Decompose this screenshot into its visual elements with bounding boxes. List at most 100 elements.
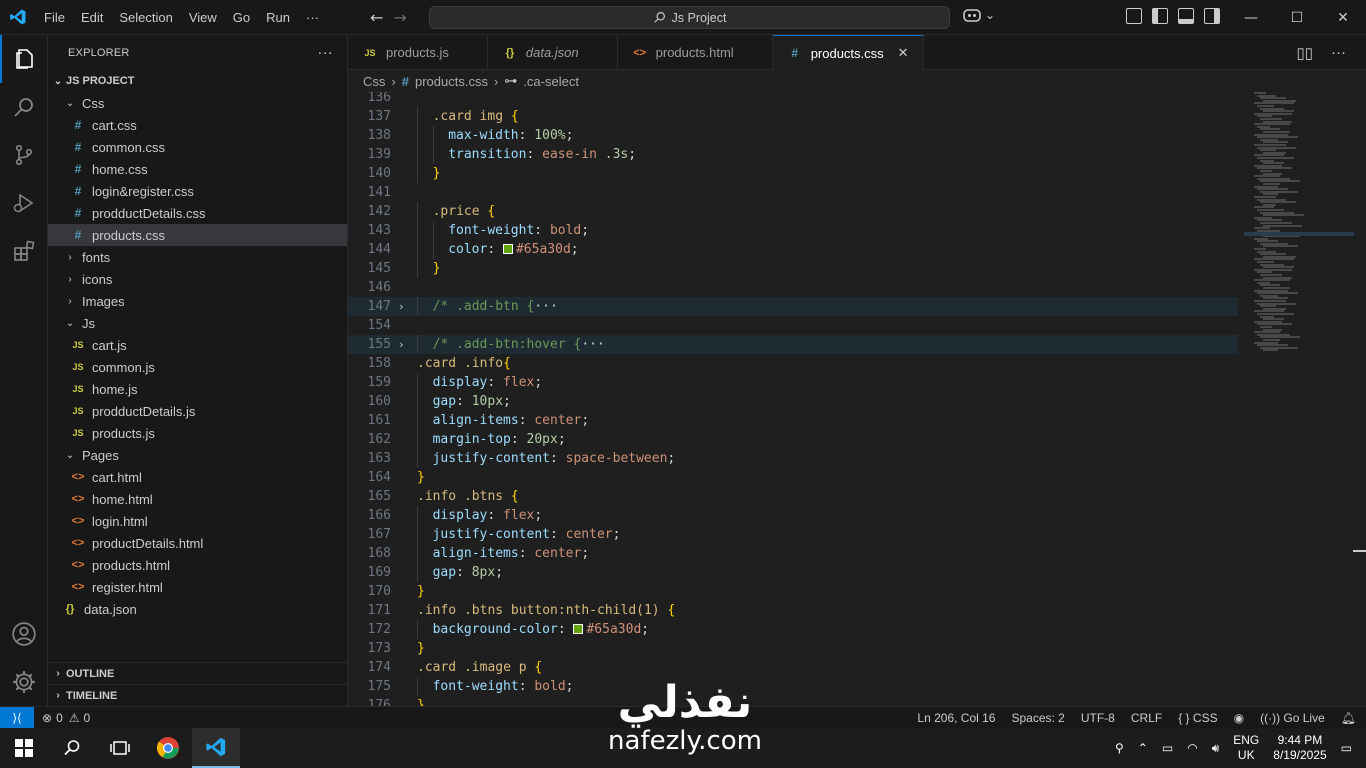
notification-center-icon[interactable]: ▭ xyxy=(1341,741,1352,755)
scrollbar-marker[interactable] xyxy=(1353,550,1366,552)
search-view-icon[interactable] xyxy=(0,83,48,131)
close-window-button[interactable]: ✕ xyxy=(1320,0,1366,35)
encoding[interactable]: UTF-8 xyxy=(1081,711,1115,725)
maximize-button[interactable]: ☐ xyxy=(1274,0,1320,35)
minimap-viewport[interactable] xyxy=(1244,232,1354,236)
outline-section[interactable]: › OUTLINE xyxy=(48,662,347,684)
file-item[interactable]: JS common.js xyxy=(48,356,347,378)
file-item[interactable]: # common.css xyxy=(48,136,347,158)
minimap[interactable] xyxy=(1244,92,1354,352)
extensions-icon[interactable] xyxy=(0,227,48,275)
run-debug-icon[interactable] xyxy=(0,179,48,227)
menu-item[interactable]: File xyxy=(36,0,73,35)
manage-gear-icon[interactable] xyxy=(0,658,48,706)
language-indicator[interactable]: ENG UK xyxy=(1233,733,1259,763)
menu-item[interactable]: Edit xyxy=(73,0,111,35)
code-token: : xyxy=(456,394,472,409)
file-item[interactable]: # cart.css xyxy=(48,114,347,136)
file-item[interactable]: <> productDetails.html xyxy=(48,532,347,554)
source-control-icon[interactable] xyxy=(0,131,48,179)
color-swatch[interactable] xyxy=(573,624,584,634)
more-actions-icon[interactable]: ··· xyxy=(317,44,333,61)
folder-item[interactable]: › fonts xyxy=(48,246,347,268)
breadcrumb-symbol[interactable]: .ca-select xyxy=(523,74,579,89)
file-item[interactable]: <> login.html xyxy=(48,510,347,532)
tab-json[interactable]: {} data.json xyxy=(488,35,618,70)
status-bar: ⟩⟨ ⊗ 0 ⚠ 0 Ln 206, Col 16 Spaces: 2 UTF-… xyxy=(0,706,1366,729)
timeline-section[interactable]: › TIMELINE xyxy=(48,684,347,706)
toggle-primary-sidebar-icon[interactable] xyxy=(1152,8,1168,24)
file-item[interactable]: <> products.html xyxy=(48,554,347,576)
menu-item[interactable]: ··· xyxy=(298,0,327,35)
fold-chevron-icon[interactable]: › xyxy=(398,335,405,354)
close-tab-icon[interactable]: ✕ xyxy=(898,45,909,61)
chevron-up-icon[interactable]: ⌃ xyxy=(1138,741,1148,755)
indent-guide xyxy=(417,430,418,449)
remote-indicator-icon[interactable]: ⟩⟨ xyxy=(0,706,34,729)
menu-item[interactable]: Selection xyxy=(111,0,180,35)
accounts-icon[interactable] xyxy=(0,610,48,658)
file-item[interactable]: <> cart.html xyxy=(48,466,347,488)
folder-item[interactable]: › Images xyxy=(48,290,347,312)
cursor-position[interactable]: Ln 206, Col 16 xyxy=(917,711,995,725)
menu-item[interactable]: Run xyxy=(258,0,298,35)
language-mode[interactable]: { } CSS xyxy=(1178,711,1217,725)
breadcrumb-folder[interactable]: Css xyxy=(363,74,385,89)
toggle-panel-icon[interactable] xyxy=(1178,8,1194,24)
file-item[interactable]: # products.css xyxy=(48,224,347,246)
menu-item[interactable]: View xyxy=(181,0,225,35)
split-editor-icon[interactable]: ▯▯ xyxy=(1296,44,1313,62)
file-item[interactable]: {} data.json xyxy=(48,598,347,620)
folder-item[interactable]: ⌄ Js xyxy=(48,312,347,334)
project-root[interactable]: ⌄ JS PROJECT xyxy=(48,70,347,92)
minimize-button[interactable]: — xyxy=(1228,0,1274,35)
go-live-button[interactable]: ((·)) Go Live xyxy=(1260,711,1325,725)
line-number: 155 xyxy=(367,337,391,352)
explorer-icon[interactable] xyxy=(0,35,48,83)
file-item[interactable]: JS prodductDetails.js xyxy=(48,400,347,422)
more-actions-icon[interactable]: ··· xyxy=(1331,44,1346,61)
forward-arrow-icon[interactable]: → xyxy=(393,8,406,27)
line-endings[interactable]: CRLF xyxy=(1131,711,1162,725)
tab-css[interactable]: # products.css ✕ xyxy=(772,35,924,70)
file-item[interactable]: <> home.html xyxy=(48,488,347,510)
menu-item[interactable]: Go xyxy=(225,0,258,35)
code-token: background-color xyxy=(432,622,558,637)
folder-item[interactable]: ⌄ Pages xyxy=(48,444,347,466)
copilot-button[interactable]: ⌄ xyxy=(962,7,995,23)
battery-icon[interactable]: ▭ xyxy=(1162,741,1173,755)
breadcrumb-file[interactable]: products.css xyxy=(415,74,488,89)
problems-indicator[interactable]: ⊗ 0 ⚠ 0 xyxy=(42,711,90,725)
clock[interactable]: 9:44 PM 8/19/2025 xyxy=(1273,733,1326,763)
notifications-bell-icon[interactable]: 🔔︎ xyxy=(1341,711,1356,725)
people-icon[interactable]: ⚲ xyxy=(1115,741,1124,755)
taskbar-search-icon[interactable] xyxy=(48,728,96,768)
wifi-icon[interactable]: ◠ xyxy=(1187,741,1197,755)
file-item[interactable]: JS home.js xyxy=(48,378,347,400)
task-view-icon[interactable] xyxy=(96,728,144,768)
chrome-icon[interactable] xyxy=(144,728,192,768)
file-item[interactable]: # prodductDetails.css xyxy=(48,202,347,224)
command-center-search[interactable]: Js Project xyxy=(429,6,950,29)
toggle-secondary-sidebar-icon[interactable] xyxy=(1204,8,1220,24)
file-item[interactable]: JS products.js xyxy=(48,422,347,444)
code-text: font-weight: bold; xyxy=(433,677,574,696)
file-item[interactable]: # home.css xyxy=(48,158,347,180)
tab-js[interactable]: JS products.js xyxy=(348,35,488,70)
indentation[interactable]: Spaces: 2 xyxy=(1011,711,1064,725)
color-swatch[interactable] xyxy=(502,244,513,254)
file-item[interactable]: <> register.html xyxy=(48,576,347,598)
vscode-taskbar-icon[interactable] xyxy=(192,728,240,768)
file-item[interactable]: JS cart.js xyxy=(48,334,347,356)
back-arrow-icon[interactable]: ← xyxy=(370,8,383,27)
folder-item[interactable]: ⌄ Css xyxy=(48,92,347,114)
customize-layout-icon[interactable] xyxy=(1126,8,1142,24)
code-editor[interactable]: 136 137 .card img {138 max-width: 100%; 139 t… xyxy=(348,92,1366,706)
volume-icon[interactable]: 🔊︎ xyxy=(1212,741,1220,756)
start-windows-icon[interactable] xyxy=(0,728,48,768)
tab-html[interactable]: <> products.html xyxy=(618,35,773,70)
fold-chevron-icon[interactable]: › xyxy=(398,297,405,316)
file-item[interactable]: # login&register.css xyxy=(48,180,347,202)
copilot-status-icon[interactable]: ◉ xyxy=(1234,711,1244,725)
folder-item[interactable]: › icons xyxy=(48,268,347,290)
